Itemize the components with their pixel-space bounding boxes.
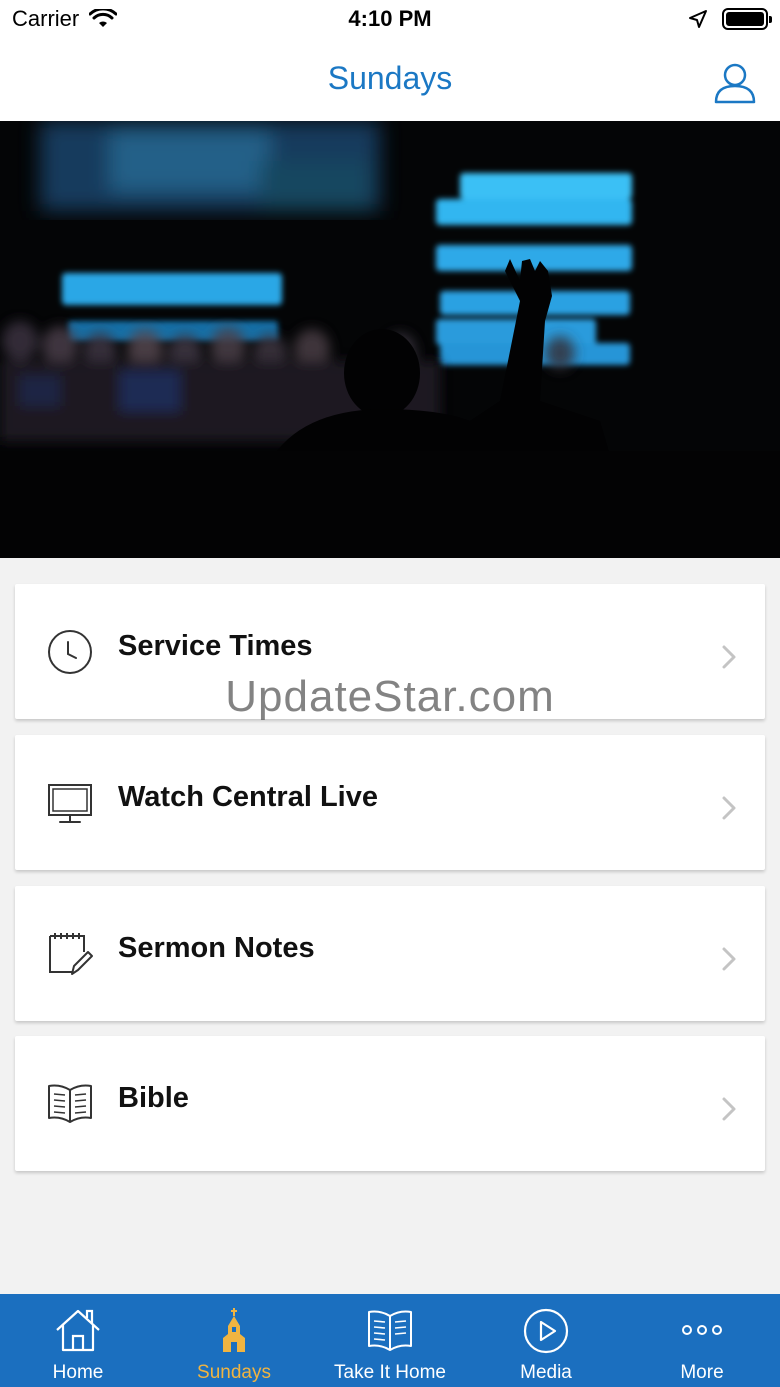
menu-item-label: Service Times	[118, 630, 313, 662]
menu-item-watch-central-live[interactable]: Watch Central Live	[15, 735, 765, 870]
menu-item-label: Sermon Notes	[118, 932, 315, 964]
play-circle-icon	[523, 1308, 569, 1354]
menu-item-service-times[interactable]: Service Times	[15, 584, 765, 719]
more-dots-icon	[682, 1325, 722, 1335]
tab-bar: Home Sundays Take It Home Media More	[0, 1294, 780, 1387]
menu-item-sermon-notes[interactable]: Sermon Notes	[15, 886, 765, 1021]
clock-icon	[48, 630, 92, 674]
house-icon	[56, 1309, 100, 1352]
chevron-right-icon	[722, 1097, 736, 1121]
tab-label: Home	[52, 1362, 104, 1383]
location-arrow-icon	[689, 10, 707, 28]
tab-media[interactable]: Media	[468, 1294, 624, 1387]
tab-home[interactable]: Home	[0, 1294, 156, 1387]
tab-label: Media	[520, 1362, 572, 1383]
tab-take-it-home[interactable]: Take It Home	[312, 1294, 468, 1387]
status-right	[688, 8, 772, 30]
monitor-icon	[48, 784, 92, 823]
hero-image	[0, 121, 780, 558]
notepad-pencil-icon	[49, 933, 93, 975]
tab-label: Take It Home	[334, 1362, 446, 1383]
chevron-right-icon	[722, 796, 736, 820]
chevron-right-icon	[722, 947, 736, 971]
tab-sundays[interactable]: Sundays	[156, 1294, 312, 1387]
battery-icon	[722, 8, 772, 30]
tab-label: More	[680, 1362, 724, 1383]
book-icon	[368, 1310, 412, 1351]
page-title: Sundays	[327, 60, 453, 96]
status-time: 4:10 PM	[348, 6, 432, 31]
profile-icon[interactable]	[714, 62, 756, 104]
status-bar: Carrier 4:10 PM	[0, 0, 780, 40]
nav-bar: Sundays	[0, 40, 780, 121]
menu-item-label: Bible	[118, 1082, 189, 1114]
menu-item-bible[interactable]: Bible	[15, 1036, 765, 1171]
church-icon	[223, 1308, 245, 1352]
tab-label: Sundays	[197, 1362, 271, 1383]
chevron-right-icon	[722, 645, 736, 669]
hero-illustration	[0, 121, 780, 558]
menu-item-label: Watch Central Live	[118, 781, 378, 813]
tab-more[interactable]: More	[624, 1294, 780, 1387]
open-book-icon	[48, 1084, 92, 1123]
